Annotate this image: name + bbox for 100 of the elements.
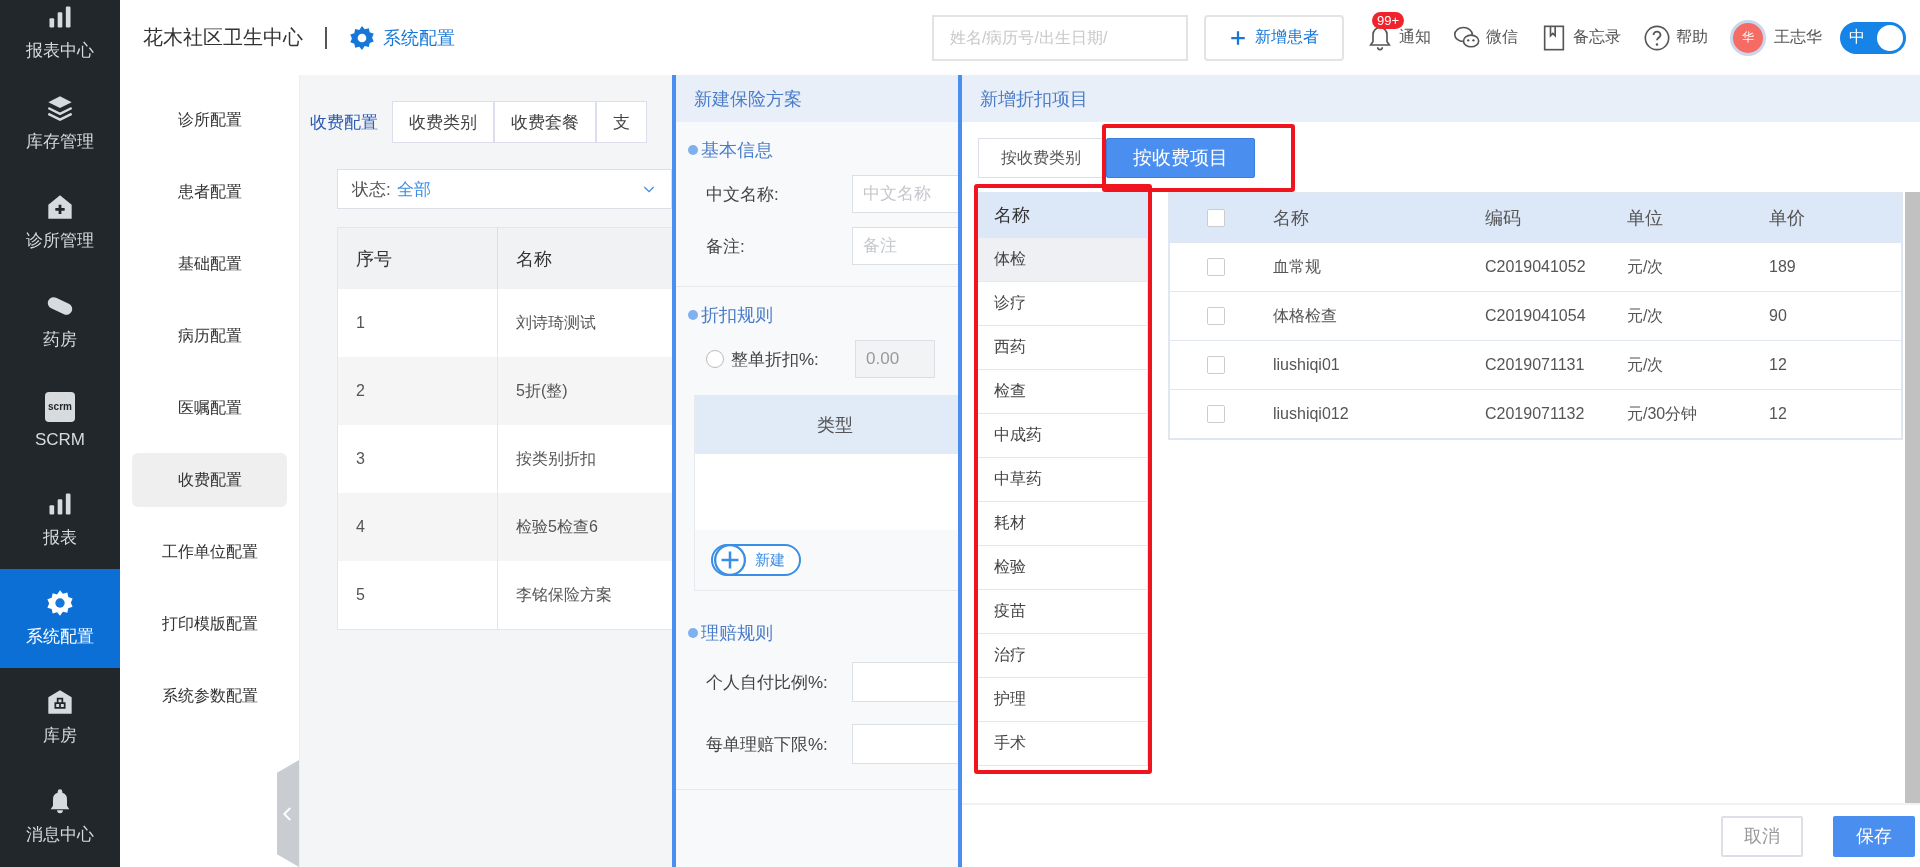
- scrollbar[interactable]: [1905, 192, 1920, 803]
- house-plus-icon: [46, 193, 74, 221]
- tab[interactable]: 支: [596, 101, 647, 143]
- submenu-item[interactable]: 打印模版配置: [132, 597, 287, 651]
- checkbox[interactable]: [1207, 258, 1225, 276]
- column-header: 序号: [337, 227, 498, 289]
- help-icon: [1643, 23, 1671, 52]
- field-label: 整单折扣%:: [731, 348, 820, 371]
- table-cell: liushiqi012: [1272, 389, 1484, 439]
- category-item[interactable]: 检查: [978, 370, 1147, 414]
- checkbox[interactable]: [1207, 307, 1225, 325]
- column-header: 类型: [695, 396, 958, 454]
- settings-icon: [46, 589, 74, 617]
- panel-title: 新建保险方案: [676, 75, 958, 122]
- plus-icon: [1229, 28, 1247, 47]
- plus-icon: [713, 543, 747, 577]
- category-item[interactable]: 中成药: [978, 414, 1147, 458]
- table-cell: liushiqi01: [1272, 340, 1484, 390]
- field-label: 备注:: [706, 235, 746, 258]
- section-heading: 基本信息: [701, 139, 773, 162]
- category-item[interactable]: 疫苗: [978, 590, 1147, 634]
- field-label: 中文名称:: [706, 183, 780, 206]
- table-cell: 5折(整): [497, 357, 672, 425]
- table-cell: C2019041054: [1484, 291, 1626, 341]
- category-item[interactable]: 诊疗: [978, 282, 1147, 326]
- new-button[interactable]: 新建: [711, 544, 801, 576]
- language-toggle[interactable]: 中: [1840, 21, 1906, 54]
- clinic-name: 花木社区卫生中心: [143, 25, 303, 50]
- column-header: 编码: [1484, 193, 1626, 243]
- table-cell: 2: [337, 357, 498, 425]
- user-name[interactable]: 王志华: [1774, 27, 1822, 48]
- submenu-item[interactable]: 病历配置: [132, 309, 287, 363]
- submenu-item[interactable]: 医嘱配置: [132, 381, 287, 435]
- bullet-dot: [688, 628, 698, 638]
- submenu-item[interactable]: 患者配置: [132, 165, 287, 219]
- nav-item[interactable]: scrm SCRM: [0, 371, 120, 470]
- collapse-handle[interactable]: [277, 760, 299, 867]
- table-cell: 血常规: [1272, 242, 1484, 292]
- input-field[interactable]: 中文名称: [852, 175, 958, 213]
- submenu-item[interactable]: 收费配置: [132, 453, 287, 507]
- nav-item[interactable]: 诊所管理: [0, 173, 120, 272]
- submenu-item[interactable]: 系统参数配置: [132, 669, 287, 723]
- nav-item[interactable]: 药房: [0, 272, 120, 371]
- table-cell: 元/次: [1626, 291, 1768, 341]
- table-cell: 体格检查: [1272, 291, 1484, 341]
- column-header: 名称: [1272, 193, 1484, 243]
- tab[interactable]: 按收费类别: [978, 138, 1104, 178]
- table-cell: C2019071132: [1484, 389, 1626, 439]
- table-cell: C2019041052: [1484, 242, 1626, 292]
- nav-item[interactable]: 系统配置: [0, 569, 120, 668]
- table-cell: C2019071131: [1484, 340, 1626, 390]
- submenu-item[interactable]: 基础配置: [132, 237, 287, 291]
- category-item[interactable]: 体检: [978, 238, 1147, 282]
- category-item[interactable]: 耗材: [978, 502, 1147, 546]
- status-select[interactable]: 状态: 全部: [337, 169, 672, 209]
- nav-item[interactable]: 消息中心: [0, 767, 120, 866]
- nav-item[interactable]: 报表: [0, 470, 120, 569]
- checkbox[interactable]: [1207, 405, 1225, 423]
- toolbar-link[interactable]: 备忘录: [1540, 23, 1621, 52]
- checkbox[interactable]: [1207, 356, 1225, 374]
- table-cell: 元/次: [1626, 242, 1768, 292]
- submenu-item[interactable]: 工作单位配置: [132, 525, 287, 579]
- nav-item[interactable]: 报表中心: [0, 0, 120, 74]
- nav-item[interactable]: 库存管理: [0, 74, 120, 173]
- tab[interactable]: 收费配置: [310, 102, 392, 142]
- category-item[interactable]: 手术: [978, 722, 1147, 766]
- bullet-dot: [688, 310, 698, 320]
- category-item[interactable]: 中草药: [978, 458, 1147, 502]
- nav-item[interactable]: 库房: [0, 668, 120, 767]
- bullet-dot: [688, 145, 698, 155]
- category-item[interactable]: 护理: [978, 678, 1147, 722]
- toolbar-link[interactable]: 帮助: [1643, 23, 1708, 52]
- module-title: 系统配置: [383, 26, 455, 50]
- column-header: 单价: [1768, 193, 1902, 243]
- layers-icon: [46, 94, 74, 122]
- table-cell: 90: [1768, 291, 1902, 341]
- table-cell: 元/次: [1626, 340, 1768, 390]
- submenu-item[interactable]: 诊所配置: [132, 93, 287, 147]
- settings-icon: [349, 24, 375, 51]
- category-item[interactable]: 治疗: [978, 634, 1147, 678]
- input-field[interactable]: [852, 724, 958, 764]
- category-item[interactable]: 检验: [978, 546, 1147, 590]
- field-label: 每单理赔下限%:: [706, 733, 829, 756]
- tab[interactable]: 收费类别: [392, 101, 494, 143]
- table-cell: 检验5检查6: [497, 493, 672, 561]
- table-cell: 元/30分钟: [1626, 389, 1768, 439]
- checkbox[interactable]: [1207, 209, 1225, 227]
- add-patient-button[interactable]: 新增患者: [1204, 14, 1344, 61]
- column-header: 单位: [1626, 193, 1768, 243]
- toolbar-link[interactable]: 微信: [1453, 23, 1518, 52]
- input-field[interactable]: 备注: [852, 227, 958, 265]
- table-cell: 4: [337, 493, 498, 561]
- notification-badge: 99+: [1372, 11, 1405, 29]
- input-field[interactable]: [852, 662, 958, 702]
- section-heading: 折扣规则: [701, 304, 773, 327]
- panel-title: 新增折扣项目: [962, 75, 1920, 122]
- tab[interactable]: 收费套餐: [494, 101, 596, 143]
- category-item[interactable]: 西药: [978, 326, 1147, 370]
- table-cell: 12: [1768, 340, 1902, 390]
- table-cell: 5: [337, 561, 498, 630]
